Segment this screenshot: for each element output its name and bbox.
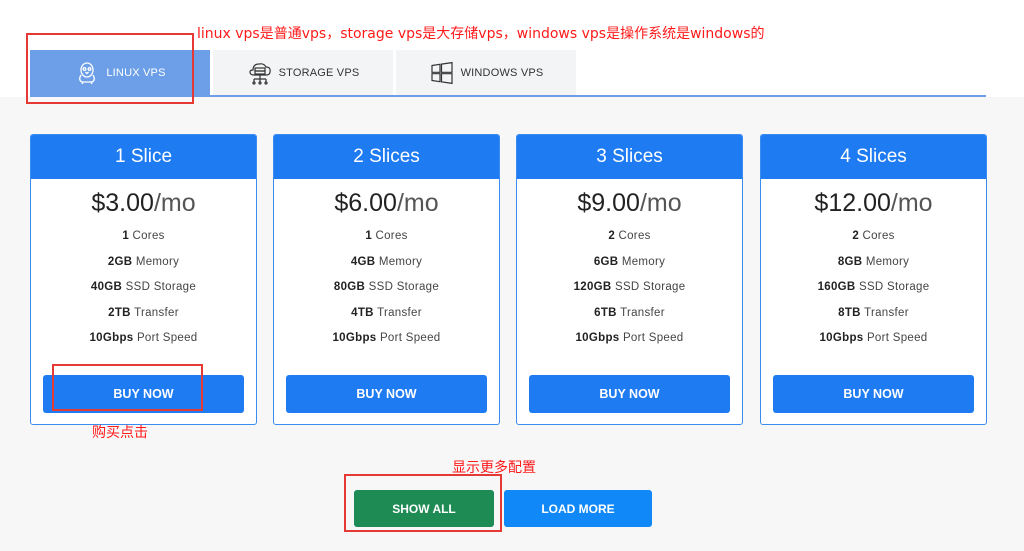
tab-storage-vps[interactable]: STORAGE VPS xyxy=(213,50,393,96)
windows-icon xyxy=(429,60,455,86)
plan-name: 4 Slices xyxy=(761,135,986,179)
spec-port-speed: 10Gbps Port Speed xyxy=(575,332,684,344)
plan-card-4-slices: 4 Slices $12.00/mo 2 Cores 8GB Memory 16… xyxy=(760,134,987,425)
spec-cores: 2 Cores xyxy=(852,230,895,242)
spec-port-speed: 10Gbps Port Speed xyxy=(332,332,441,344)
price-amount: $3.00 xyxy=(91,189,154,217)
tab-label: WINDOWS VPS xyxy=(460,67,544,79)
buy-now-button[interactable]: BUY NOW xyxy=(529,375,730,413)
spec-port-speed: 10Gbps Port Speed xyxy=(89,332,198,344)
spec-cores: 1 Cores xyxy=(122,230,165,242)
plan-name: 2 Slices xyxy=(274,135,499,179)
tab-label: STORAGE VPS xyxy=(278,67,360,79)
plan-specs: 1 Cores 2GB Memory 40GB SSD Storage 2TB … xyxy=(31,224,256,352)
spec-transfer: 6TB Transfer xyxy=(594,306,665,319)
plan-price: $6.00/mo xyxy=(274,189,499,218)
price-period: /mo xyxy=(396,189,439,217)
annotation-box-buy-now xyxy=(52,364,203,411)
spec-memory: 4GB Memory xyxy=(350,255,423,268)
spec-transfer: 8TB Transfer xyxy=(838,306,909,319)
annotation-tab-explanation: linux vps是普通vps，storage vps是大存储vps，windo… xyxy=(197,26,765,42)
buy-now-button[interactable]: BUY NOW xyxy=(286,375,487,413)
server-cloud-icon xyxy=(247,60,273,86)
annotation-box-linux-tab xyxy=(26,33,194,104)
spec-cores: 1 Cores xyxy=(365,230,408,242)
price-amount: $12.00 xyxy=(814,189,891,217)
plan-price: $12.00/mo xyxy=(761,189,986,218)
spec-port-speed: 10Gbps Port Speed xyxy=(819,332,928,344)
price-period: /mo xyxy=(890,189,933,217)
plan-specs: 2 Cores 6GB Memory 120GB SSD Storage 6TB… xyxy=(517,224,742,352)
plan-card-2-slices: 2 Slices $6.00/mo 1 Cores 4GB Memory 80G… xyxy=(273,134,500,425)
spec-transfer: 4TB Transfer xyxy=(351,306,422,319)
plan-name: 3 Slices xyxy=(517,135,742,179)
spec-storage: 40GB SSD Storage xyxy=(90,281,197,293)
annotation-box-show-all xyxy=(344,474,502,532)
price-period: /mo xyxy=(639,189,682,217)
spec-cores: 2 Cores xyxy=(608,230,651,242)
spec-storage: 120GB SSD Storage xyxy=(573,281,686,293)
spec-memory: 2GB Memory xyxy=(107,255,180,268)
spec-transfer: 2TB Transfer xyxy=(108,306,179,319)
buy-now-button[interactable]: BUY NOW xyxy=(773,375,974,413)
load-more-button[interactable]: LOAD MORE xyxy=(504,490,652,527)
price-period: /mo xyxy=(153,189,196,217)
price-amount: $6.00 xyxy=(334,189,397,217)
spec-storage: 160GB SSD Storage xyxy=(817,281,930,293)
plan-price: $9.00/mo xyxy=(517,189,742,218)
plan-specs: 2 Cores 8GB Memory 160GB SSD Storage 8TB… xyxy=(761,224,986,352)
tab-windows-vps[interactable]: WINDOWS VPS xyxy=(396,50,576,96)
spec-storage: 80GB SSD Storage xyxy=(333,281,440,293)
spec-memory: 6GB Memory xyxy=(593,255,666,268)
price-amount: $9.00 xyxy=(577,189,640,217)
plan-name: 1 Slice xyxy=(31,135,256,179)
spec-memory: 8GB Memory xyxy=(837,255,910,268)
annotation-buy-click: 购买点击 xyxy=(92,425,148,441)
plan-price: $3.00/mo xyxy=(31,189,256,218)
plan-specs: 1 Cores 4GB Memory 80GB SSD Storage 4TB … xyxy=(274,224,499,352)
plan-card-3-slices: 3 Slices $9.00/mo 2 Cores 6GB Memory 120… xyxy=(516,134,743,425)
